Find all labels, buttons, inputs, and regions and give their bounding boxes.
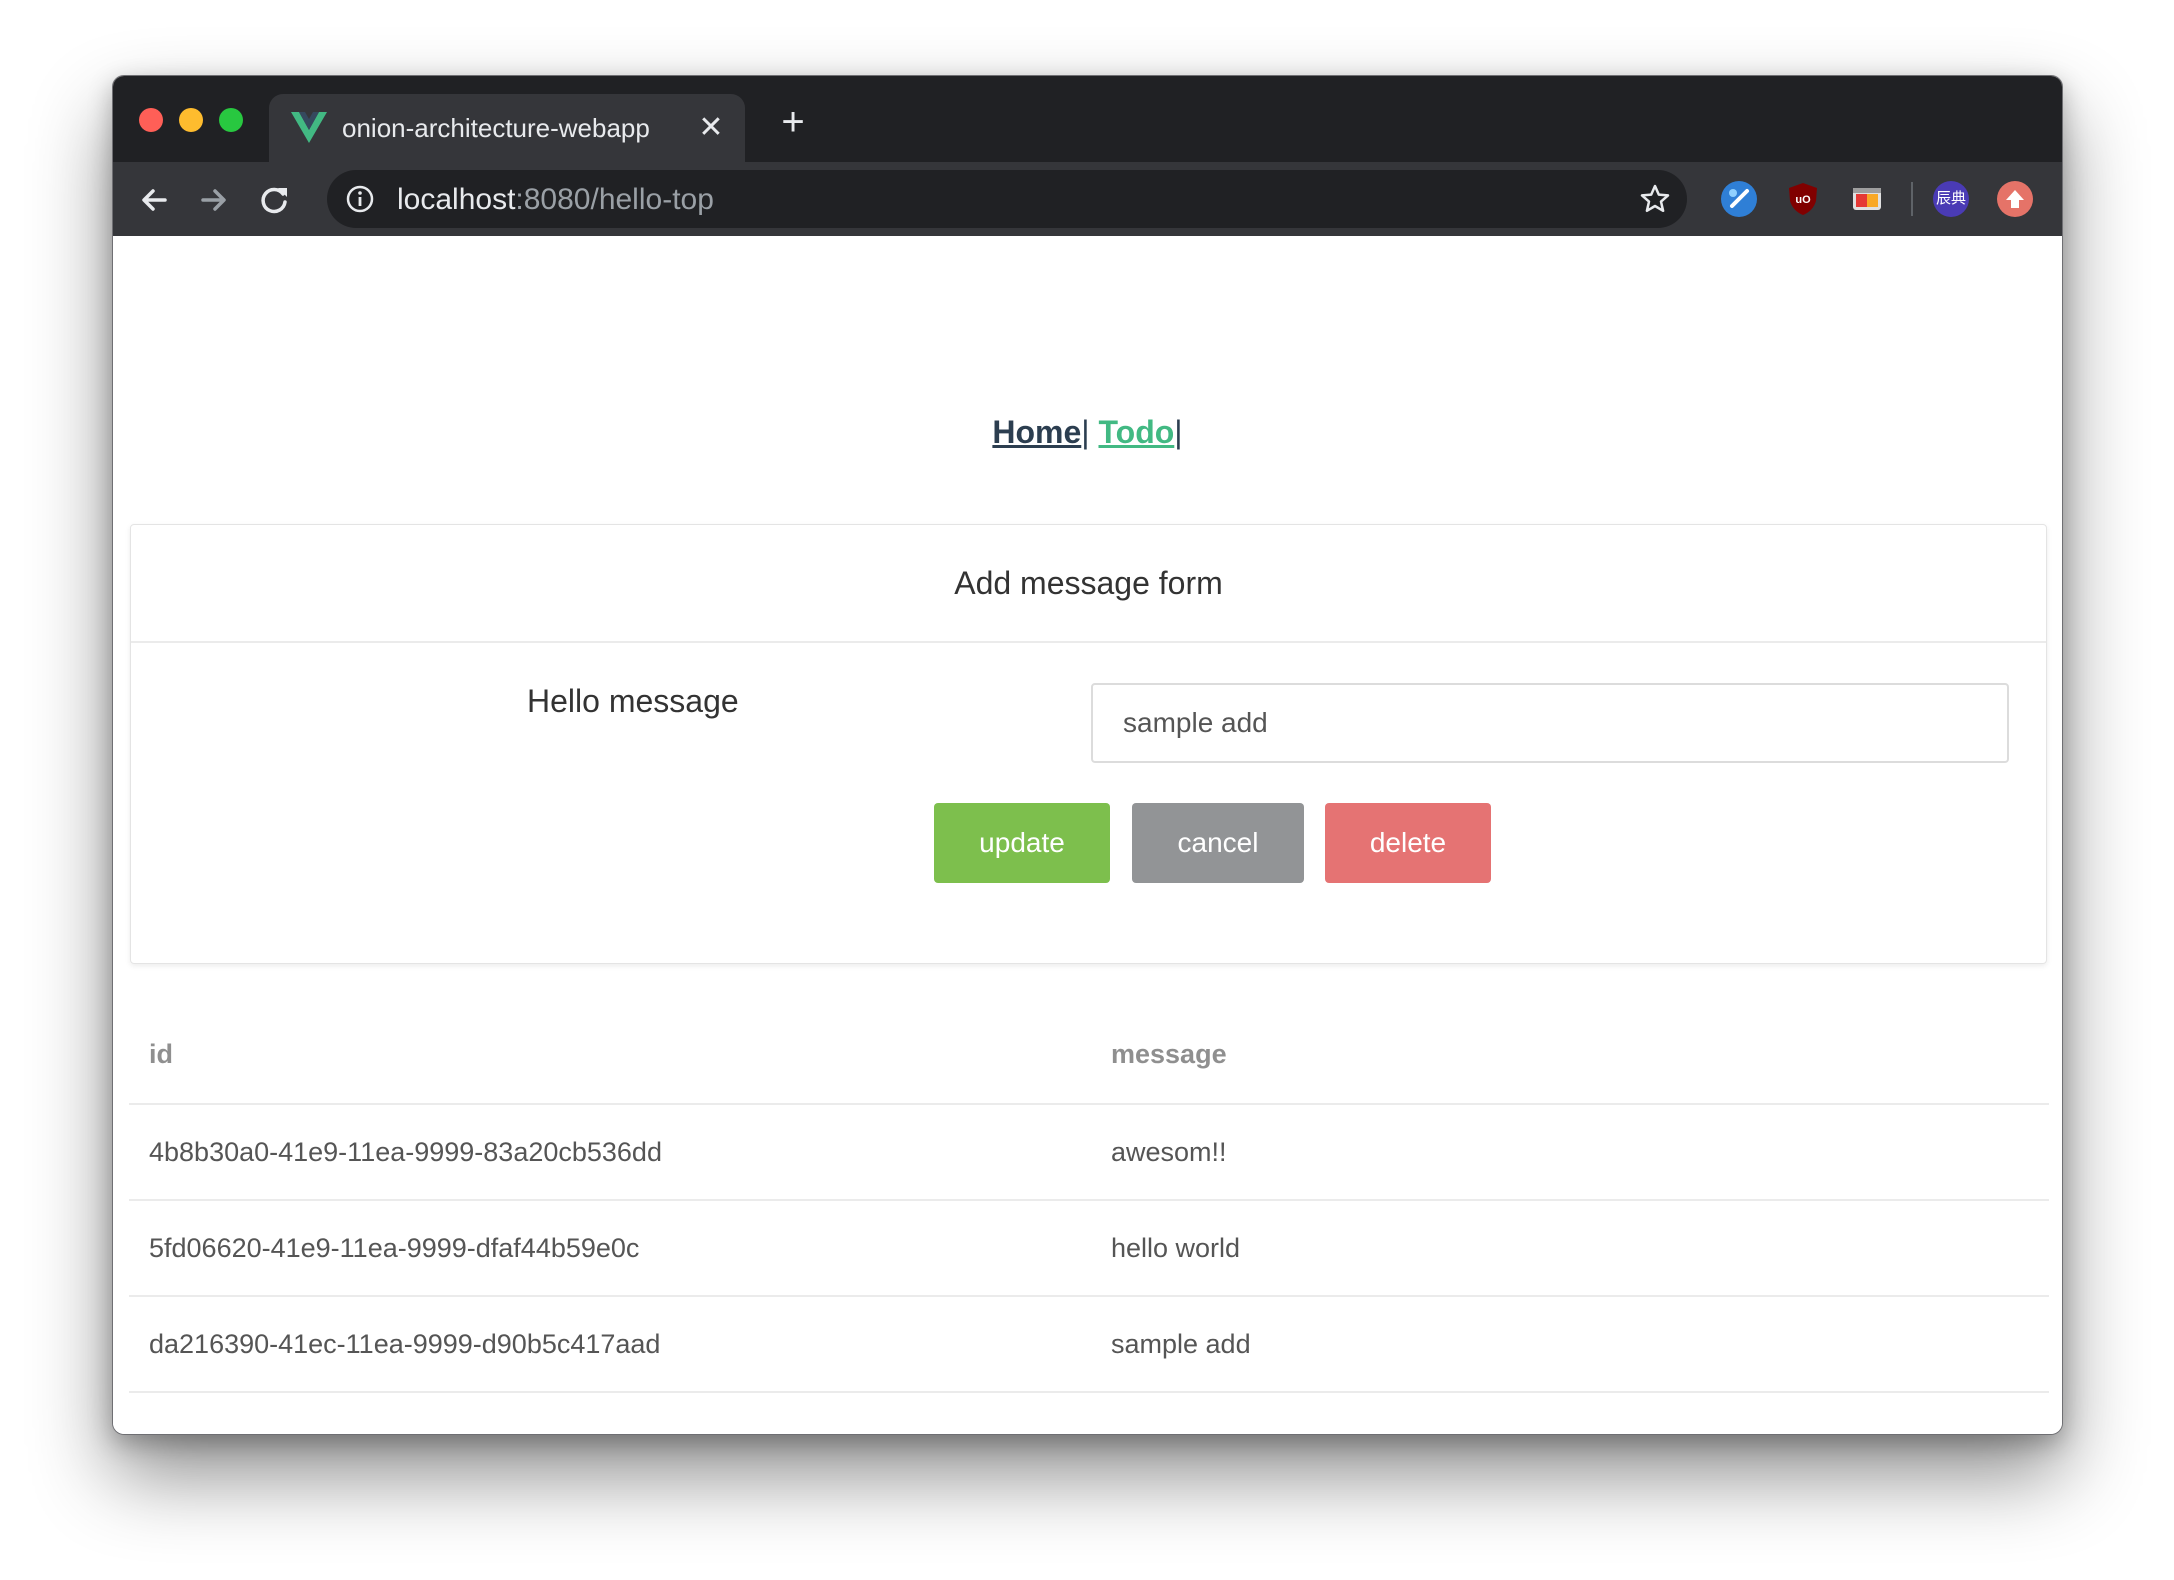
- hello-message-label: Hello message: [527, 683, 739, 719]
- tab-active[interactable]: onion-architecture-webapp ✕: [269, 94, 745, 162]
- vue-devtools-icon[interactable]: [1721, 181, 1757, 217]
- nav-link-home[interactable]: Home: [992, 414, 1081, 450]
- hello-message-input[interactable]: [1091, 683, 2009, 763]
- url-host: localhost: [397, 183, 516, 216]
- dictionary-extension-icon[interactable]: 辰典: [1933, 181, 1969, 217]
- tab-close-icon[interactable]: ✕: [691, 108, 731, 148]
- vue-logo-icon: [291, 112, 327, 143]
- reload-button[interactable]: [254, 180, 294, 220]
- upload-extension-icon[interactable]: [1997, 181, 2033, 217]
- reload-icon: [261, 187, 287, 214]
- column-header-id[interactable]: id: [129, 1006, 1091, 1105]
- browser-window: onion-architecture-webapp ✕ + localhost:…: [112, 75, 2063, 1435]
- cell-message: sample add: [1091, 1296, 2049, 1393]
- add-message-card: Add message form Hello message update ca…: [130, 524, 2047, 964]
- delete-button[interactable]: delete: [1325, 803, 1491, 883]
- toolbar-divider: [1911, 182, 1913, 216]
- address-bar[interactable]: localhost:8080/hello-top: [327, 170, 1687, 228]
- table-row[interactable]: 4b8b30a0-41e9-11ea-9999-83a20cb536dd awe…: [129, 1104, 2049, 1201]
- top-nav: Home| Todo|: [113, 414, 2062, 451]
- tab-title: onion-architecture-webapp: [342, 113, 650, 143]
- info-icon[interactable]: [345, 184, 375, 214]
- arrow-right-icon: [201, 189, 226, 211]
- browser-toolbar: localhost:8080/hello-top uO 辰典: [113, 162, 2062, 236]
- url-path: :8080/hello-top: [515, 183, 714, 216]
- forward-button[interactable]: [193, 180, 233, 220]
- back-button[interactable]: [135, 180, 175, 220]
- form-title: Add message form: [131, 525, 2046, 643]
- nav-separator: |: [1174, 414, 1183, 450]
- arrow-left-icon: [142, 189, 167, 211]
- cell-id: 5fd06620-41e9-11ea-9999-dfaf44b59e0c: [129, 1200, 1091, 1297]
- page-content: Home| Todo| Add message form Hello messa…: [113, 236, 2062, 1434]
- cell-message: hello world: [1091, 1200, 2049, 1297]
- table-row[interactable]: 5fd06620-41e9-11ea-9999-dfaf44b59e0c hel…: [129, 1200, 2049, 1297]
- cell-message: awesom!!: [1091, 1104, 2049, 1201]
- new-tab-button[interactable]: +: [773, 102, 813, 144]
- messages-table: id message 4b8b30a0-41e9-11ea-9999-83a20…: [129, 1006, 2049, 1393]
- url-text[interactable]: localhost:8080/hello-top: [397, 183, 714, 217]
- minimize-window-button[interactable]: [179, 108, 203, 132]
- table-row[interactable]: da216390-41ec-11ea-9999-d90b5c417aad sam…: [129, 1296, 2049, 1393]
- update-button[interactable]: update: [934, 803, 1110, 883]
- close-window-button[interactable]: [139, 108, 163, 132]
- cell-id: 4b8b30a0-41e9-11ea-9999-83a20cb536dd: [129, 1104, 1091, 1201]
- screenshot-extension-icon[interactable]: [1849, 181, 1885, 217]
- svg-text:uO: uO: [1795, 194, 1811, 206]
- nav-link-todo[interactable]: Todo: [1098, 414, 1174, 450]
- ublock-origin-icon[interactable]: uO: [1785, 181, 1821, 217]
- cancel-button[interactable]: cancel: [1132, 803, 1304, 883]
- tab-strip: onion-architecture-webapp ✕ +: [113, 76, 2062, 162]
- table-header-row: id message: [129, 1006, 2049, 1105]
- bookmark-star-icon[interactable]: [1639, 183, 1671, 215]
- nav-separator: |: [1081, 414, 1090, 450]
- column-header-message[interactable]: message: [1091, 1006, 2049, 1105]
- cell-id: da216390-41ec-11ea-9999-d90b5c417aad: [129, 1296, 1091, 1393]
- maximize-window-button[interactable]: [219, 108, 243, 132]
